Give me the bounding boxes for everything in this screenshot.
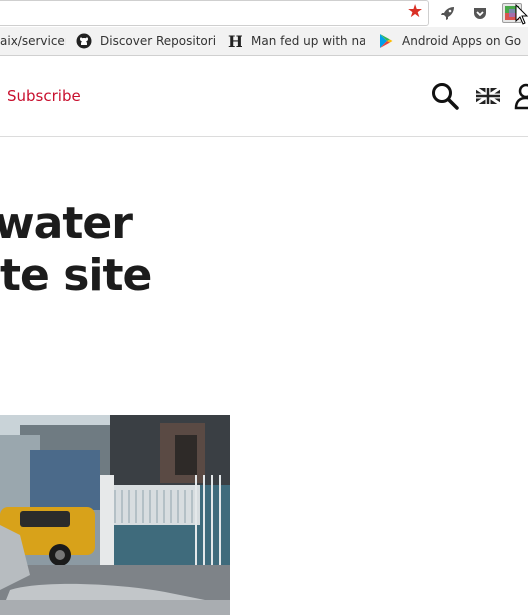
- bookmark-label: Man fed up with nag: [251, 34, 365, 48]
- headline-line: water: [0, 198, 133, 249]
- search-icon[interactable]: [430, 81, 460, 111]
- bookmark-label: aix/servicem: [0, 34, 66, 48]
- article-headline: water te site: [0, 198, 528, 302]
- bookmark-label: Android Apps on Go: [402, 34, 522, 48]
- bookmarks-bar: aix/servicem Discover Repositorie H Man …: [0, 27, 528, 56]
- headline-line: te site: [0, 250, 152, 301]
- uk-flag-icon[interactable]: [476, 81, 500, 111]
- user-icon[interactable]: [514, 81, 528, 111]
- github-icon: [76, 33, 92, 49]
- bookmark-item[interactable]: H Man fed up with nag: [227, 27, 365, 55]
- browser-toolbar: ★: [0, 0, 528, 27]
- bookmark-item[interactable]: Android Apps on Go: [378, 27, 528, 55]
- bookmark-item[interactable]: aix/servicem: [0, 27, 66, 55]
- star-icon[interactable]: ★: [407, 2, 423, 22]
- google-play-icon: [378, 33, 394, 49]
- svg-text:H: H: [228, 33, 242, 49]
- newspaper-logo-icon: H: [227, 33, 243, 49]
- pocket-icon[interactable]: [470, 3, 490, 23]
- site-header: Subscribe: [0, 57, 528, 137]
- bookmark-label: Discover Repositorie: [100, 34, 216, 48]
- subscribe-link[interactable]: Subscribe: [7, 86, 81, 106]
- address-bar[interactable]: [0, 0, 429, 26]
- rocket-icon[interactable]: [438, 3, 458, 23]
- bookmark-item[interactable]: Discover Repositorie: [76, 27, 216, 55]
- article-photo: [0, 415, 230, 615]
